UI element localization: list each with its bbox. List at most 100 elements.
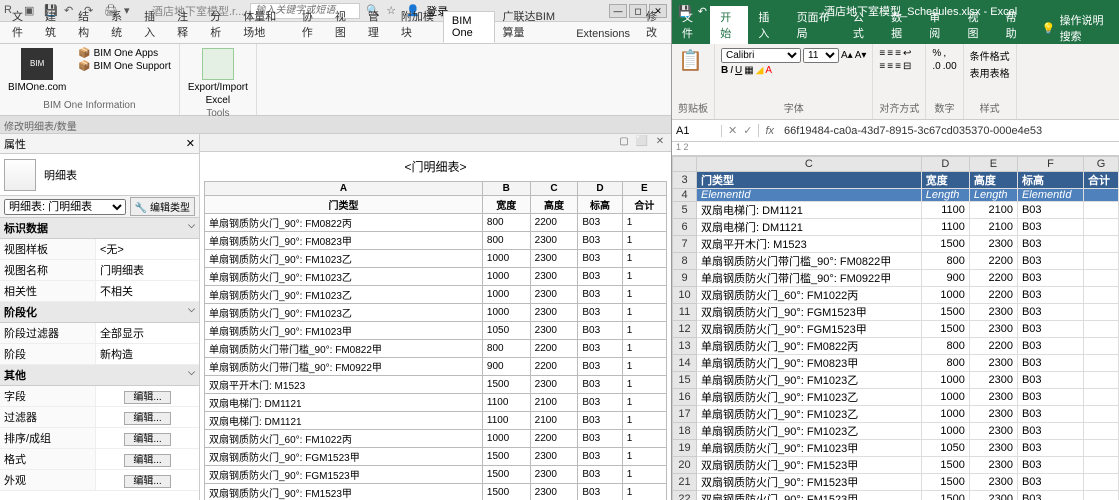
excel-tab-3[interactable]: 页面布局 [787, 6, 843, 44]
italic-button[interactable]: I [730, 65, 733, 76]
ribbon-tab-13[interactable]: 广联达BIM算量 [495, 5, 569, 43]
excel-tab-2[interactable]: 插入 [748, 6, 786, 44]
property-row[interactable]: 外观编辑... [0, 470, 199, 491]
table-row[interactable]: 双扇钢质防火门_90°: FGM1523甲15002300B031 [205, 466, 667, 484]
align-top-icon[interactable]: ≡ [879, 48, 885, 59]
percent-icon[interactable]: % [932, 48, 941, 59]
table-row[interactable]: 双扇钢质防火门_90°: FM1523甲15002300B031 [205, 484, 667, 500]
excel-tab-4[interactable]: 公式 [843, 6, 881, 44]
col-header[interactable]: C [697, 157, 922, 172]
formula-value[interactable]: 66f19484-ca0a-43d7-8915-3c67cd035370-000… [780, 125, 1119, 137]
cancel-icon[interactable]: ✕ [728, 124, 737, 137]
underline-button[interactable]: U [735, 65, 742, 76]
excel-tab-0[interactable]: 文件 [672, 6, 710, 44]
table-row[interactable]: 5双扇电梯门: DM112111002100B03 [673, 202, 1119, 219]
property-row[interactable]: 视图样板<无> [0, 239, 199, 260]
table-row[interactable]: 双扇电梯门: DM112111002100B031 [205, 412, 667, 430]
table-row[interactable]: 18单扇钢质防火门_90°: FM1023乙10002300B03 [673, 423, 1119, 440]
view-icon[interactable]: ▢ [617, 136, 631, 150]
table-row[interactable]: 17单扇钢质防火门_90°: FM1023乙10002300B03 [673, 406, 1119, 423]
table-row[interactable]: 14单扇钢质防火门_90°: FM0823甲8002300B03 [673, 355, 1119, 372]
excel-tab-5[interactable]: 数据 [881, 6, 919, 44]
wrap-icon[interactable]: ↩ [903, 48, 911, 59]
edit-button[interactable]: 编辑... [124, 391, 170, 404]
table-row[interactable]: 21双扇钢质防火门_90°: FM1523甲15002300B03 [673, 474, 1119, 491]
table-row[interactable]: 8单扇钢质防火门带门槛_90°: FM0822甲8002200B03 [673, 253, 1119, 270]
table-row[interactable]: 19单扇钢质防火门_90°: FM1023甲10502300B03 [673, 440, 1119, 457]
minimize-button[interactable]: — [609, 4, 627, 18]
excel-grid[interactable]: CDEFG3门类型宽度高度标高合计4ElementIdLengthLengthE… [672, 156, 1119, 500]
table-row[interactable]: 单扇钢质防火门带门槛_90°: FM0822甲8002200B031 [205, 340, 667, 358]
excel-tab-8[interactable]: 帮助 [996, 6, 1034, 44]
comma-icon[interactable]: , [943, 48, 946, 59]
maximize-icon[interactable]: ⬜ [635, 136, 649, 150]
fill-icon[interactable]: ◢ [756, 65, 764, 76]
property-row[interactable]: 排序/成组编辑... [0, 428, 199, 449]
type-selector[interactable]: 明细表: 门明细表 [4, 199, 126, 215]
size-select[interactable]: 11 [803, 48, 839, 63]
table-row[interactable]: 单扇钢质防火门_90°: FM1023乙10002300B031 [205, 250, 667, 268]
ribbon-tab-6[interactable]: 分析 [202, 5, 235, 43]
ribbon-tab-11[interactable]: 附加模块 [393, 5, 443, 43]
table-row[interactable]: 双扇钢质防火门_60°: FM1022丙10002200B031 [205, 430, 667, 448]
expand-icon[interactable]: ⌵ [188, 367, 195, 383]
col-header[interactable]: G [1083, 157, 1118, 172]
table-row[interactable]: 10双扇钢质防火门_60°: FM1022丙10002200B03 [673, 287, 1119, 304]
property-row[interactable]: 字段编辑... [0, 386, 199, 407]
edit-type-button[interactable]: 🔧 编辑类型 [130, 197, 195, 216]
close-icon[interactable]: ✕ [186, 137, 195, 150]
align-right-icon[interactable]: ≡ [895, 61, 901, 72]
bimone-support-button[interactable]: 📦 BIM One Support [78, 61, 171, 72]
align-center-icon[interactable]: ≡ [887, 61, 893, 72]
ribbon-tab-15[interactable]: 修改 [638, 5, 671, 43]
ribbon-tab-1[interactable]: 建筑 [37, 5, 70, 43]
ribbon-tab-9[interactable]: 视图 [327, 5, 360, 43]
table-row[interactable]: 双扇钢质防火门_90°: FGM1523甲15002300B031 [205, 448, 667, 466]
border-icon[interactable]: ▦ [744, 65, 753, 76]
align-mid-icon[interactable]: ≡ [887, 48, 893, 59]
property-row[interactable]: 阶段过滤器全部显示 [0, 323, 199, 344]
excel-tab-7[interactable]: 视图 [957, 6, 995, 44]
table-row[interactable]: 12双扇钢质防火门_90°: FGM1523甲15002300B03 [673, 321, 1119, 338]
table-row[interactable]: 22双扇钢质防火门_90°: FM1523甲15002300B03 [673, 491, 1119, 500]
col-header[interactable]: E [969, 157, 1017, 172]
table-row[interactable]: 双扇平开木门: M152315002300B031 [205, 376, 667, 394]
bold-button[interactable]: B [721, 65, 728, 76]
excel-tab-6[interactable]: 审阅 [919, 6, 957, 44]
bimone-logo[interactable]: BIM [21, 48, 53, 80]
property-row[interactable]: 相关性不相关 [0, 281, 199, 302]
property-row[interactable]: 视图名称门明细表 [0, 260, 199, 281]
table-row[interactable]: 16单扇钢质防火门_90°: FM1023乙10002300B03 [673, 389, 1119, 406]
dec-dec-icon[interactable]: .00 [943, 61, 957, 72]
table-row[interactable]: 7双扇平开木门: M152315002300B03 [673, 236, 1119, 253]
outline-selector[interactable]: 1 2 [672, 142, 1119, 156]
table-row[interactable]: 9单扇钢质防火门带门槛_90°: FM0922甲9002200B03 [673, 270, 1119, 287]
table-row[interactable]: 单扇钢质防火门_90°: FM1023乙10002300B031 [205, 304, 667, 322]
cond-format-button[interactable]: 条件格式 [970, 48, 1010, 63]
table-row[interactable]: 单扇钢质防火门_90°: FM1023乙10002300B031 [205, 268, 667, 286]
property-row[interactable]: 阶段新构造 [0, 344, 199, 365]
table-row[interactable]: 6双扇电梯门: DM112111002100B03 [673, 219, 1119, 236]
tell-me[interactable]: 操作说明搜索 [1060, 12, 1111, 44]
edit-button[interactable]: 编辑... [124, 412, 170, 425]
enter-icon[interactable]: ✓ [743, 124, 752, 137]
table-row[interactable]: 20双扇钢质防火门_90°: FM1523甲15002300B03 [673, 457, 1119, 474]
align-bot-icon[interactable]: ≡ [895, 48, 901, 59]
table-row[interactable]: 双扇电梯门: DM112111002100B031 [205, 394, 667, 412]
expand-icon[interactable]: ⌵ [188, 220, 195, 236]
table-row[interactable]: 单扇钢质防火门带门槛_90°: FM0922甲9002200B031 [205, 358, 667, 376]
ribbon-tab-14[interactable]: Extensions [568, 25, 638, 43]
table-row[interactable]: 11双扇钢质防火门_90°: FGM1523甲15002300B03 [673, 304, 1119, 321]
name-box[interactable]: A1 [672, 125, 722, 137]
close-view-icon[interactable]: ✕ [653, 136, 667, 150]
dec-font-icon[interactable]: A▾ [855, 50, 867, 61]
bimone-apps-button[interactable]: 📦 BIM One Apps [78, 48, 171, 59]
col-header[interactable]: F [1017, 157, 1083, 172]
ribbon-tab-4[interactable]: 插入 [136, 5, 169, 43]
property-row[interactable]: 格式编辑... [0, 449, 199, 470]
ribbon-tab-7[interactable]: 体量和场地 [235, 5, 294, 43]
table-row[interactable]: 单扇钢质防火门_90°: FM0822丙8002200B031 [205, 214, 667, 232]
table-row[interactable]: 单扇钢质防火门_90°: FM0823甲8002300B031 [205, 232, 667, 250]
edit-button[interactable]: 编辑... [124, 454, 170, 467]
ribbon-tab-8[interactable]: 协作 [294, 5, 327, 43]
